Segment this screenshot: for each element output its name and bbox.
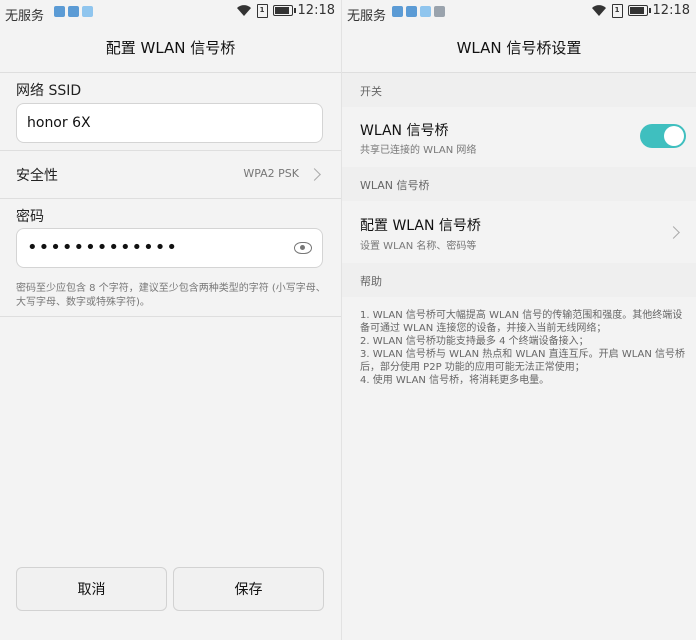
chevron-right-icon bbox=[667, 226, 680, 239]
carrier-label: 无服务 bbox=[5, 9, 45, 24]
page-title: 配置 WLAN 信号桥 bbox=[105, 39, 236, 57]
help-text: 1. WLAN 信号桥可大幅提高 WLAN 信号的传输范围和强度。其他终端设备可… bbox=[360, 309, 685, 387]
help-line: 2. WLAN 信号桥功能支持最多 4 个终端设备接入； bbox=[360, 336, 589, 347]
password-input[interactable]: ••••••••••••• bbox=[16, 228, 323, 268]
divider bbox=[0, 198, 341, 199]
bridge-subtitle: 共享已连接的 WLAN 网络 bbox=[360, 145, 477, 156]
notification-icon bbox=[82, 6, 93, 17]
password-label: 密码 bbox=[16, 209, 44, 225]
wifi-icon bbox=[236, 5, 251, 16]
bridge-settings-screen: 无服务 1 12:18 WLAN 信号桥设置 开关 WLAN 信号桥 共享已连接… bbox=[341, 0, 696, 640]
bridge-toggle-row[interactable]: WLAN 信号桥 共享已连接的 WLAN 网络 bbox=[342, 107, 696, 167]
config-title: 配置 WLAN 信号桥 bbox=[360, 218, 481, 234]
toggle-knob bbox=[664, 126, 684, 146]
notification-icons bbox=[54, 6, 93, 17]
sim-card-icon: 1 bbox=[611, 3, 623, 18]
page-title: WLAN 信号桥设置 bbox=[456, 39, 582, 57]
ssid-value: honor 6X bbox=[27, 115, 91, 131]
status-bar: 无服务 1 12:18 bbox=[342, 0, 696, 24]
section-label: 开关 bbox=[360, 85, 382, 98]
password-value: ••••••••••••• bbox=[27, 237, 179, 258]
status-right: 1 12:18 bbox=[236, 3, 335, 18]
wifi-icon bbox=[591, 5, 606, 16]
section-header-switch: 开关 bbox=[342, 73, 696, 107]
notification-icon bbox=[68, 6, 79, 17]
notification-icon bbox=[434, 6, 445, 17]
security-row[interactable]: 安全性 WPA2 PSK bbox=[0, 150, 341, 198]
section-header-bridge: WLAN 信号桥 bbox=[342, 167, 696, 201]
section-header-help: 帮助 bbox=[342, 263, 696, 297]
status-right: 1 12:18 bbox=[591, 3, 690, 18]
carrier-label: 无服务 bbox=[347, 9, 387, 24]
section-label: WLAN 信号桥 bbox=[360, 179, 430, 192]
notification-icons bbox=[392, 6, 445, 17]
eye-icon[interactable] bbox=[294, 242, 312, 254]
ssid-input[interactable]: honor 6X bbox=[16, 103, 323, 143]
ssid-label: 网络 SSID bbox=[16, 83, 82, 99]
battery-icon bbox=[627, 5, 651, 16]
status-bar: 无服务 1 12:18 bbox=[0, 0, 341, 24]
password-hint: 密码至少应包含 8 个字符，建议至少包含两种类型的字符 (小写字母、大写字母、数… bbox=[16, 283, 326, 308]
notification-icon bbox=[406, 6, 417, 17]
security-label: 安全性 bbox=[16, 168, 58, 184]
divider bbox=[0, 316, 341, 317]
notification-icon bbox=[420, 6, 431, 17]
help-line: 4. 使用 WLAN 信号桥，将消耗更多电量。 bbox=[360, 375, 550, 386]
chevron-right-icon bbox=[308, 168, 321, 181]
clock: 12:18 bbox=[297, 3, 335, 18]
battery-icon bbox=[272, 5, 296, 16]
cancel-button[interactable]: 取消 bbox=[16, 567, 167, 611]
configure-bridge-row[interactable]: 配置 WLAN 信号桥 设置 WLAN 名称、密码等 bbox=[342, 201, 696, 263]
security-value: WPA2 PSK bbox=[243, 167, 299, 180]
save-button[interactable]: 保存 bbox=[173, 567, 324, 611]
bridge-toggle[interactable] bbox=[640, 124, 686, 148]
configure-bridge-screen: 无服务 1 12:18 配置 WLAN 信号桥 网络 SSID honor 6X… bbox=[0, 0, 341, 640]
clock: 12:18 bbox=[652, 3, 690, 18]
config-subtitle: 设置 WLAN 名称、密码等 bbox=[360, 241, 477, 252]
help-line: 3. WLAN 信号桥与 WLAN 热点和 WLAN 直连互斥。开启 WLAN … bbox=[360, 349, 686, 373]
help-line: 1. WLAN 信号桥可大幅提高 WLAN 信号的传输范围和强度。其他终端设备可… bbox=[360, 310, 683, 334]
notification-icon bbox=[54, 6, 65, 17]
notification-icon bbox=[392, 6, 403, 17]
bridge-title: WLAN 信号桥 bbox=[360, 123, 449, 139]
divider bbox=[0, 72, 341, 73]
sim-card-icon: 1 bbox=[256, 3, 268, 18]
section-label: 帮助 bbox=[360, 275, 382, 288]
